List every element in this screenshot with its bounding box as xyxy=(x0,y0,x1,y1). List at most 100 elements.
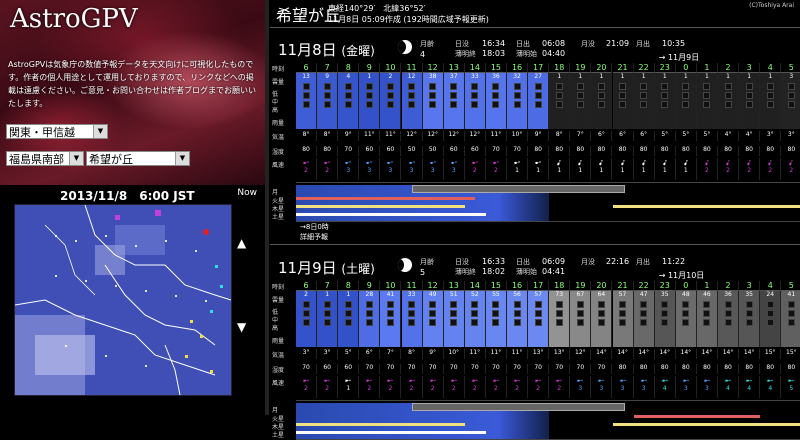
sun-moon-moonset-label: 月没 xyxy=(581,39,595,49)
moon-phase-icon xyxy=(398,258,412,272)
cloud-value: 33 xyxy=(402,291,422,298)
cloud-column: 1 xyxy=(549,73,570,129)
cloud-low-box xyxy=(387,301,394,308)
site-logo[interactable]: AstroGPV xyxy=(10,4,138,34)
cloud-high-box xyxy=(303,101,310,108)
site-select[interactable]: 希望が丘 ▼ xyxy=(86,151,190,166)
cloud-column: 47 xyxy=(634,291,655,347)
cloud-high-box xyxy=(429,319,436,326)
cloud-column: 48 xyxy=(676,291,697,347)
map-time-bar: 2013/11/8 6:00 JST Now xyxy=(0,186,265,202)
row-label-saturn: 土星 xyxy=(272,430,294,439)
cloud-high-box xyxy=(450,319,457,326)
cloud-low-box xyxy=(577,83,584,90)
cloud-column: 1 xyxy=(359,73,380,129)
cloud-low-box xyxy=(514,83,521,90)
cloud-column: 33 xyxy=(465,73,486,129)
now-link[interactable]: Now xyxy=(237,188,257,198)
cloud-column: 1 xyxy=(697,73,718,129)
hour-cell: 13 xyxy=(444,63,465,73)
temp-cell: 13° xyxy=(528,349,549,359)
cloud-value: 4 xyxy=(338,73,358,80)
cloud-mid-box xyxy=(682,92,689,99)
cloud-high-box xyxy=(640,319,647,326)
sun-moon-civil-start-label: 薄明始 xyxy=(516,49,537,59)
cloud-low-box xyxy=(556,301,563,308)
day-title: 11月9日 (土曜) xyxy=(278,257,375,278)
region-select[interactable]: 関東・甲信越 ▼ xyxy=(6,124,108,139)
wind-cell: ➹ 3 xyxy=(676,376,697,398)
hour-cell: 20 xyxy=(591,63,612,73)
moon-phase-icon xyxy=(398,40,412,54)
cloud-mid-box xyxy=(682,310,689,317)
pref-select[interactable]: 福島県南部 ▼ xyxy=(6,151,84,166)
detail-link[interactable]: →8日0時詳細予報 xyxy=(300,222,329,242)
cloud-column: 9 xyxy=(317,73,338,129)
cloud-high-box xyxy=(514,319,521,326)
cloud-mid-box xyxy=(345,310,352,317)
cloud-low-box xyxy=(619,301,626,308)
cloud-value: 1 xyxy=(317,291,337,298)
temp-cell: 5° xyxy=(338,349,359,359)
sun-moon-sunset-label: 日没 xyxy=(455,39,469,49)
cloud-value: 2 xyxy=(296,291,316,298)
row-label-moon: 月 xyxy=(272,187,294,196)
wind-cell: ➹ 2 xyxy=(296,376,317,398)
moon-up-bar xyxy=(412,185,625,193)
cloud-low-box xyxy=(387,83,394,90)
temp-cell: 10° xyxy=(507,131,528,141)
cloud-high-box xyxy=(598,101,605,108)
temp-cell: 12° xyxy=(444,131,465,141)
mars-bar xyxy=(296,197,475,200)
cloud-low-box xyxy=(450,83,457,90)
map-up-arrow[interactable]: ▲ xyxy=(237,236,246,250)
cloud-high-box xyxy=(387,101,394,108)
map-down-arrow[interactable]: ▼ xyxy=(237,320,246,334)
header-separator xyxy=(270,27,800,28)
wind-cell: ➹ 1 xyxy=(507,158,528,180)
cloud-column: 1 xyxy=(718,73,739,129)
hour-cell: 6 xyxy=(296,63,317,73)
temp-cell: 10° xyxy=(444,349,465,359)
temp-cell: 11° xyxy=(380,131,401,141)
cloud-mid-box xyxy=(577,310,584,317)
cloud-low-box xyxy=(492,301,499,308)
day-separator xyxy=(270,244,800,245)
sun-moon-sunset: 16:33 xyxy=(482,257,505,266)
row-label-cloud-high: 高 xyxy=(272,105,294,114)
cloud-value: 32 xyxy=(507,73,527,80)
wind-cell: ➹ 5 xyxy=(781,376,800,398)
cloud-mid-box xyxy=(619,310,626,317)
cloud-mid-box xyxy=(661,92,668,99)
temp-cell: 6° xyxy=(613,131,634,141)
map-svg xyxy=(15,205,231,395)
hour-cell: 1 xyxy=(697,63,718,73)
wind-cell: ➹ 2 xyxy=(486,376,507,398)
humidity-cell: 80 xyxy=(591,146,612,156)
wind-cell: ➹ 3 xyxy=(634,376,655,398)
detail-link-line2: 詳細予報 xyxy=(300,232,329,242)
wind-cell: ➹ 2 xyxy=(718,158,739,180)
cloud-value: 37 xyxy=(444,73,464,80)
hour-cell: 0 xyxy=(676,63,697,73)
panel-divider[interactable] xyxy=(265,0,269,415)
temp-cell: 6° xyxy=(591,131,612,141)
cloud-high-box xyxy=(366,319,373,326)
sun-moon-moonrise: 11:22 xyxy=(662,257,685,266)
temp-cell: 9° xyxy=(528,131,549,141)
wind-cell: ➹ 2 xyxy=(697,158,718,180)
cloud-column: 64 xyxy=(591,291,612,347)
cloud-mid-box xyxy=(408,92,415,99)
wind-cell: ➹ 2 xyxy=(317,376,338,398)
row-label-cloud-high: 高 xyxy=(272,323,294,332)
moon-up-bar xyxy=(412,403,625,411)
cloud-value: 73 xyxy=(549,291,569,298)
cloud-mid-box xyxy=(492,310,499,317)
cloud-mid-box xyxy=(661,310,668,317)
wind-cell: ➹ 3 xyxy=(444,158,465,180)
sun-moon-sunrise: 06:08 xyxy=(542,39,565,48)
hour-cell: 3 xyxy=(739,281,760,291)
sun-moon-moonrise: 10:35 xyxy=(662,39,685,48)
cloud-value: 3 xyxy=(781,73,800,80)
gpv-cloud-map[interactable] xyxy=(14,204,232,396)
